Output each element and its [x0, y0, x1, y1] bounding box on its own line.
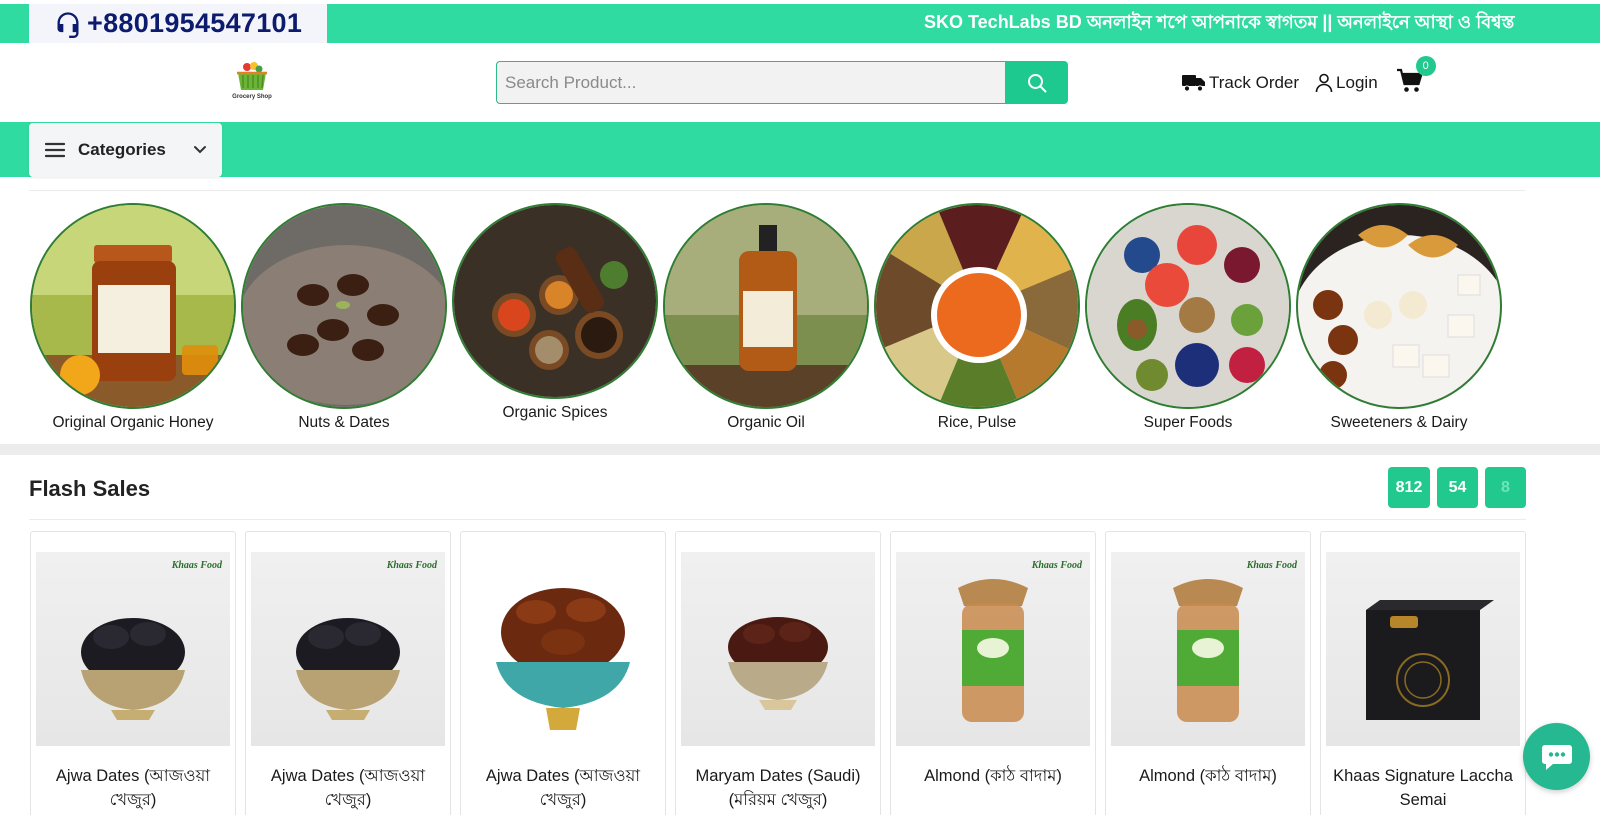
brand-logo: Khaas Food — [1246, 560, 1297, 571]
category-image-nuts-dates — [241, 203, 447, 409]
category-image-oil — [663, 203, 869, 409]
product-name: Ajwa Dates (আজওয়া খেজুর) — [55, 767, 211, 809]
categories-dropdown[interactable]: Categories — [29, 123, 222, 177]
category-item-nuts-dates[interactable]: Nuts & Dates — [241, 203, 447, 432]
category-image-super-foods — [1085, 203, 1291, 409]
product-card[interactable]: Khaas Signature Laccha Semai — [1320, 531, 1526, 815]
logo-text: Grocery Shop — [232, 94, 272, 100]
product-name: Almond (কাঠ বাদাম) — [1139, 767, 1277, 785]
category-item-honey[interactable]: Original Organic Honey — [30, 203, 236, 432]
category-label: Super Foods — [1143, 414, 1233, 431]
search-button[interactable] — [1005, 61, 1068, 104]
category-label: Organic Spices — [502, 404, 608, 421]
product-card[interactable]: Maryam Dates (Saudi) (মরিয়ম খেজুর) — [675, 531, 881, 815]
site-logo[interactable]: Grocery Shop — [228, 61, 276, 105]
section-separator — [0, 444, 1600, 455]
category-label: Nuts & Dates — [298, 414, 390, 431]
product-image — [466, 552, 660, 746]
product-card[interactable]: Khaas Food Almond (কাঠ বাদাম) — [890, 531, 1096, 815]
user-icon — [1315, 73, 1333, 93]
track-order-label: Track Order — [1209, 73, 1300, 92]
welcome-marquee: SKO TechLabs BD অনলাইন শপে আপনাকে স্বাগত… — [924, 4, 1524, 43]
product-image: Khaas Food — [896, 552, 1090, 746]
product-image — [1326, 552, 1520, 746]
category-carousel: Original Organic Honey Nuts & Dates Orga… — [30, 203, 1527, 433]
brand-logo: Khaas Food — [1031, 560, 1082, 571]
category-nav-bar: Categories — [0, 122, 1600, 177]
category-item-rice-pulse[interactable]: Rice, Pulse — [874, 203, 1080, 432]
cart-button[interactable]: 0 — [1396, 56, 1436, 98]
categories-label: Categories — [78, 140, 166, 159]
product-name: Khaas Signature Laccha Semai — [1333, 767, 1513, 809]
page: +8801954547101 SKO TechLabs BD অনলাইন শপ… — [0, 0, 1600, 815]
category-item-super-foods[interactable]: Super Foods — [1085, 203, 1291, 432]
chat-bubble-icon — [1541, 744, 1572, 770]
product-card[interactable]: Khaas Food Ajwa Dates (আজওয়া খেজুর) — [245, 531, 451, 815]
login-label: Login — [1336, 73, 1378, 92]
product-card[interactable]: Ajwa Dates (আজওয়া খেজুর) — [460, 531, 666, 815]
flash-sales-title: Flash Sales — [29, 476, 151, 501]
product-name: Maryam Dates (Saudi) (মরিয়ম খেজুর) — [695, 767, 861, 809]
product-image — [681, 552, 875, 746]
marquee-text: SKO TechLabs BD অনলাইন শপে আপনাকে স্বাগত… — [924, 12, 1515, 32]
category-image-rice-pulse — [874, 203, 1080, 409]
category-item-sweets-dairy[interactable]: Sweeteners & Dairy — [1296, 203, 1502, 432]
category-label: Sweeteners & Dairy — [1330, 414, 1468, 431]
chevron-down-icon — [193, 146, 206, 154]
category-image-honey — [30, 203, 236, 409]
divider — [29, 190, 1526, 191]
track-order-link[interactable]: Track Order — [1182, 73, 1299, 93]
top-bar: +8801954547101 SKO TechLabs BD অনলাইন শপ… — [0, 4, 1600, 43]
product-name: Ajwa Dates (আজওয়া খেজুর) — [485, 767, 641, 809]
search-icon — [1027, 73, 1047, 92]
phone-contact[interactable]: +8801954547101 — [29, 4, 327, 43]
headset-icon — [53, 9, 83, 39]
category-image-sweets-dairy — [1296, 203, 1502, 409]
chat-button[interactable] — [1523, 723, 1590, 790]
countdown-seconds: 8 — [1485, 467, 1526, 508]
category-label: Organic Oil — [727, 414, 805, 431]
countdown-hours: 812 — [1388, 467, 1430, 508]
product-image: Khaas Food — [36, 552, 230, 746]
product-name: Ajwa Dates (আজওয়া খেজুর) — [270, 767, 426, 809]
category-image-spices — [452, 203, 658, 399]
product-card[interactable]: Khaas Food Almond (কাঠ বাদাম) — [1105, 531, 1311, 815]
product-name: Almond (কাঠ বাদাম) — [924, 767, 1062, 785]
category-label: Rice, Pulse — [937, 414, 1017, 431]
search-bar — [496, 61, 1068, 104]
product-card[interactable]: Khaas Food Ajwa Dates (আজওয়া খেজুর) — [30, 531, 236, 815]
truck-icon — [1182, 75, 1205, 92]
header-actions: Track Order Login 0 — [1182, 56, 1436, 103]
cart-count-badge: 0 — [1415, 56, 1436, 76]
product-image: Khaas Food — [251, 552, 445, 746]
header: Grocery Shop Track Order — [0, 43, 1600, 122]
category-label: Original Organic Honey — [52, 414, 214, 431]
product-image: Khaas Food — [1111, 552, 1305, 746]
search-input[interactable] — [496, 61, 1006, 104]
brand-logo: Khaas Food — [171, 560, 222, 571]
brand-logo: Khaas Food — [386, 560, 437, 571]
phone-number: +8801954547101 — [87, 8, 303, 38]
category-item-oil[interactable]: Organic Oil — [663, 203, 869, 432]
divider — [29, 519, 1526, 520]
hamburger-icon — [45, 142, 65, 158]
basket-logo-icon — [237, 62, 267, 90]
category-item-spices[interactable]: Organic Spices — [452, 203, 658, 422]
login-link[interactable]: Login — [1315, 73, 1378, 93]
countdown-minutes: 54 — [1437, 467, 1478, 508]
